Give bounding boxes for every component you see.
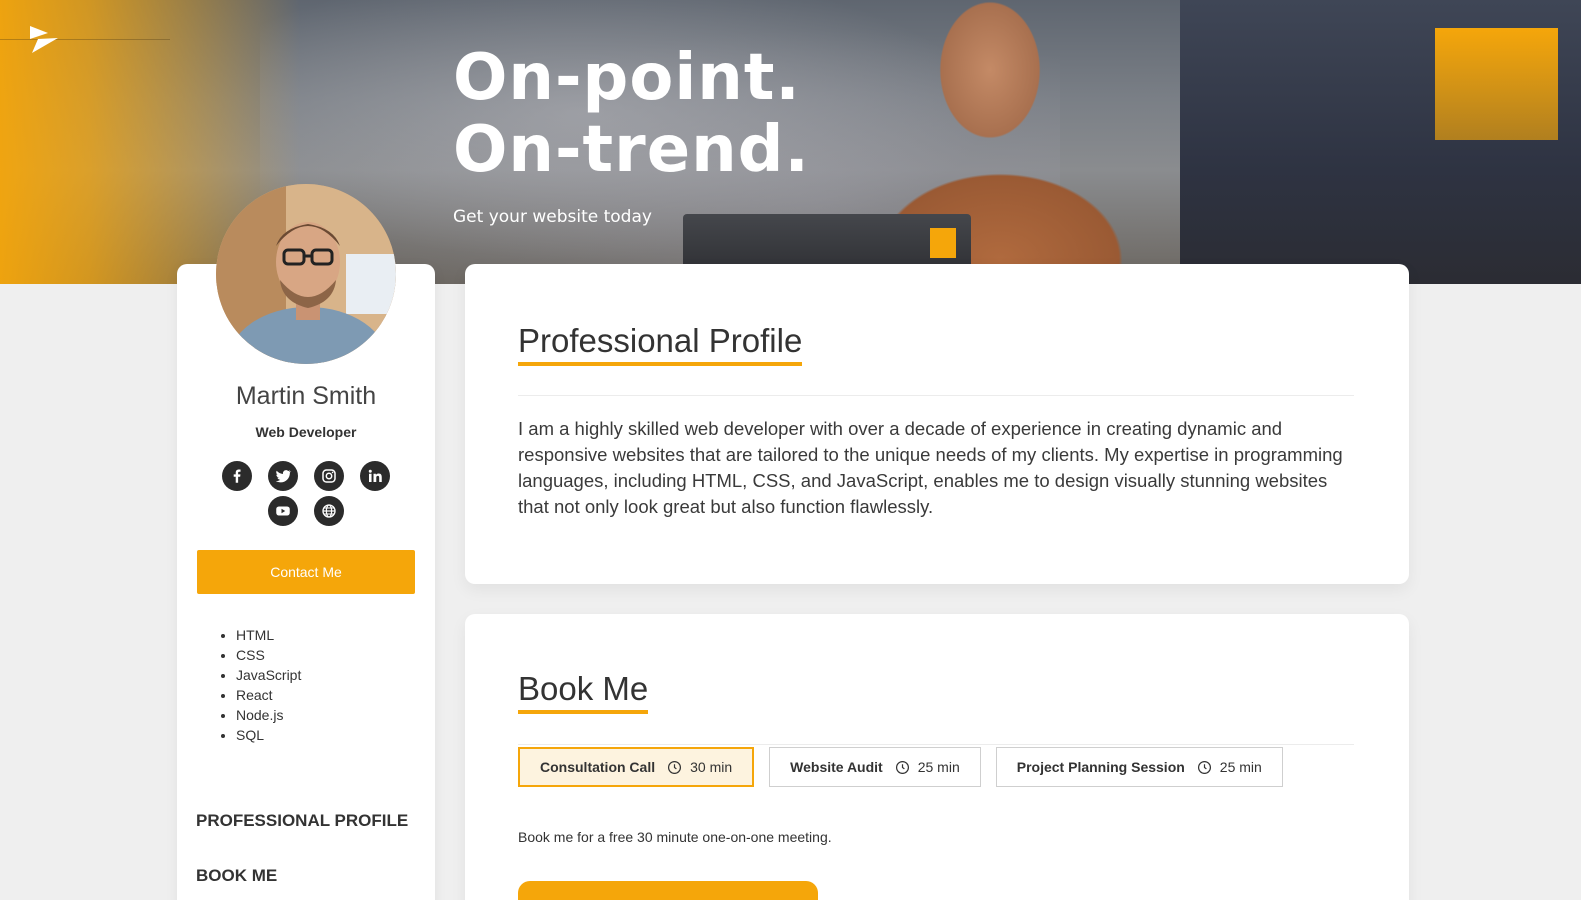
booking-type-tabs: Consultation Call 30 min Website Audit 2… <box>518 747 1283 787</box>
skill-item: JavaScript <box>236 665 301 685</box>
hero-laptop-accent <box>930 228 956 258</box>
tab-duration: 25 min <box>917 759 960 775</box>
clock-icon <box>895 760 909 774</box>
linkedin-icon[interactable] <box>360 461 390 491</box>
side-nav-book-me[interactable]: BOOK ME <box>196 866 277 886</box>
card-divider <box>518 395 1354 396</box>
clock-icon <box>668 760 682 774</box>
card-divider <box>518 744 1354 745</box>
tab-duration: 30 min <box>690 759 733 775</box>
professional-profile-card: Professional Profile I am a highly skill… <box>465 264 1409 584</box>
hero-accent-block <box>1435 28 1558 140</box>
hero-rule <box>0 39 170 40</box>
tab-website-audit[interactable]: Website Audit 25 min <box>769 747 981 787</box>
avatar <box>216 184 396 364</box>
tab-label: Website Audit <box>790 759 883 775</box>
globe-icon[interactable] <box>314 496 344 526</box>
instagram-icon[interactable] <box>314 461 344 491</box>
tab-consultation-call[interactable]: Consultation Call 30 min <box>518 747 755 787</box>
hero-title-line1: On-point. <box>453 41 801 115</box>
skill-item: Node.js <box>236 705 301 725</box>
tab-duration: 25 min <box>1219 759 1262 775</box>
professional-profile-text: I am a highly skilled web developer with… <box>518 418 1343 517</box>
social-links <box>200 461 412 526</box>
professional-profile-title: Professional Profile <box>518 322 803 366</box>
skill-item: HTML <box>236 625 301 645</box>
profile-name: Martin Smith <box>235 382 377 410</box>
youtube-icon[interactable] <box>268 496 298 526</box>
tab-project-planning-session[interactable]: Project Planning Session 25 min <box>995 747 1283 787</box>
avatar-portrait-icon <box>216 184 396 364</box>
skill-item: SQL <box>236 725 301 745</box>
tab-label: Project Planning Session <box>1016 759 1185 775</box>
book-me-title: Book Me <box>518 670 649 714</box>
skill-item: CSS <box>236 645 301 665</box>
play-chevron-logo-icon[interactable] <box>28 24 60 54</box>
skills-list: HTML CSS JavaScript React Node.js SQL <box>236 625 301 745</box>
twitter-icon[interactable] <box>268 461 298 491</box>
side-nav-professional-profile[interactable]: PROFESSIONAL PROFILE <box>196 811 408 831</box>
contact-me-button[interactable]: Contact Me <box>197 550 415 594</box>
hero-subtitle: Get your website today <box>453 207 652 227</box>
facebook-icon[interactable] <box>222 461 252 491</box>
tab-label: Consultation Call <box>540 759 656 775</box>
booking-description: Book me for a free 30 minute one-on-one … <box>518 829 832 845</box>
hero-title: On-point. On-trend. <box>453 42 810 186</box>
skill-item: React <box>236 685 301 705</box>
profile-role: Web Developer <box>255 424 357 440</box>
book-button[interactable] <box>518 881 818 900</box>
clock-icon <box>1197 760 1211 774</box>
hero-title-line2: On-trend. <box>453 113 810 187</box>
